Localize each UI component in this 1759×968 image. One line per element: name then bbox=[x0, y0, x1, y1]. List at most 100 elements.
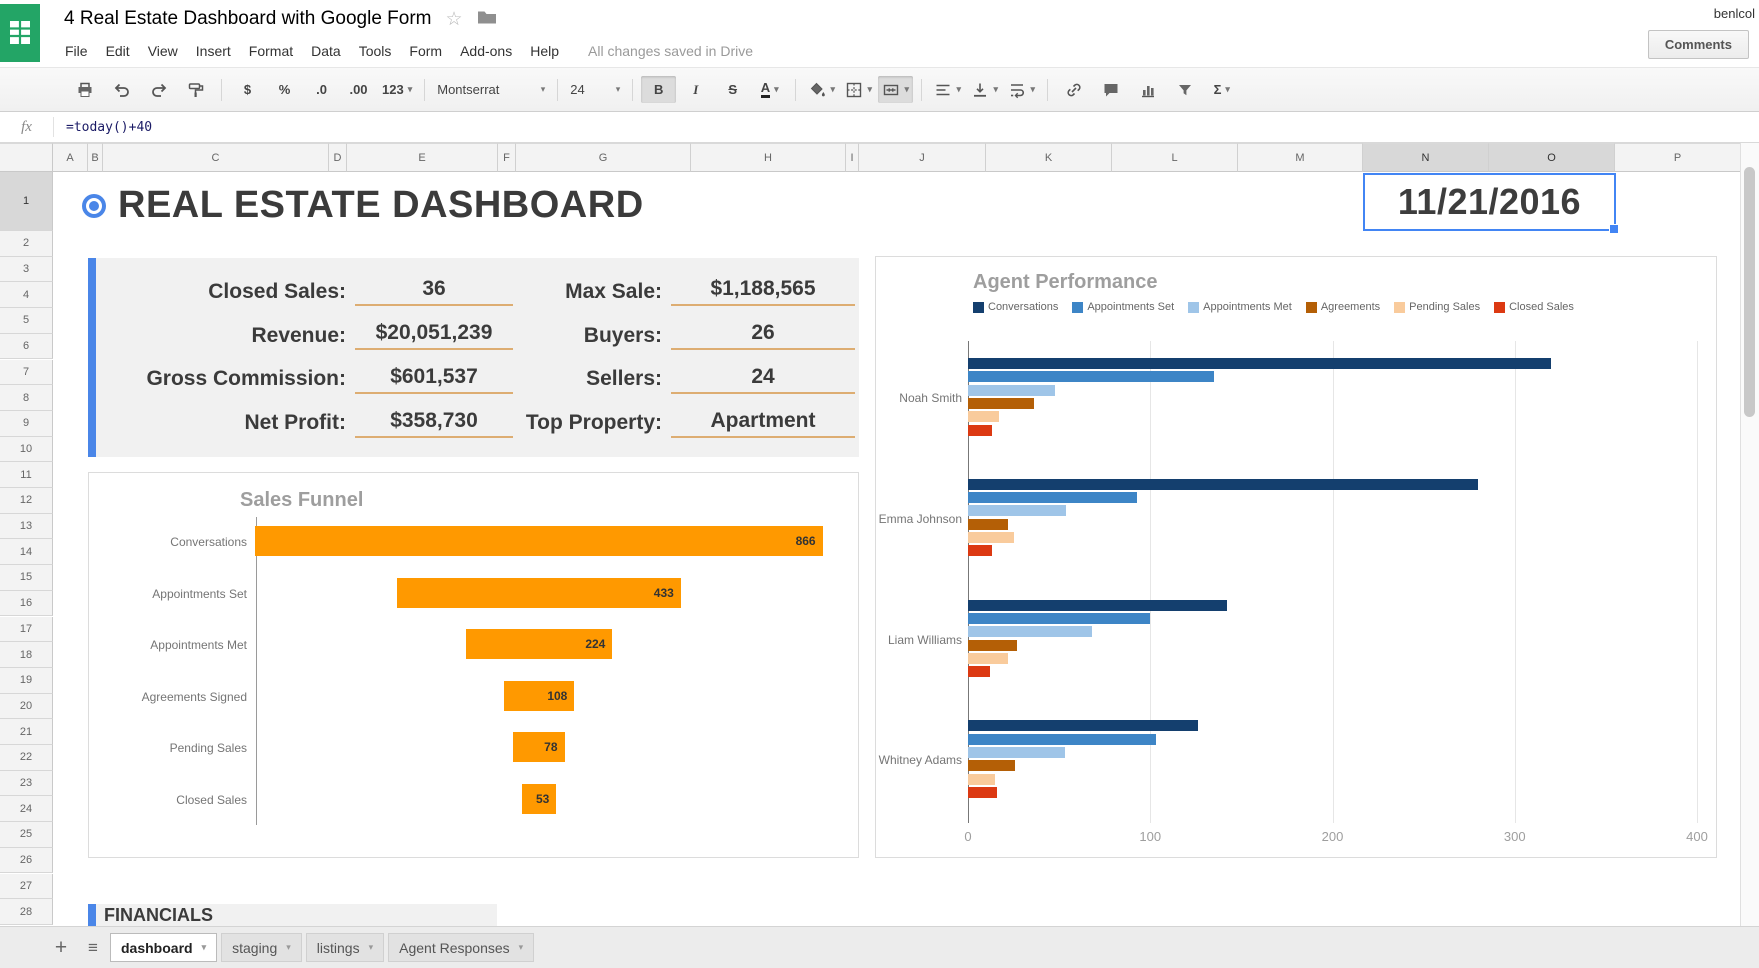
formula-bar[interactable]: fx =today()+40 bbox=[0, 112, 1759, 143]
column-header-I[interactable]: I bbox=[846, 143, 859, 172]
row-header-14[interactable]: 14 bbox=[0, 539, 53, 565]
column-header-M[interactable]: M bbox=[1238, 143, 1363, 172]
column-header-D[interactable]: D bbox=[329, 143, 347, 172]
all-sheets-button[interactable]: ≡ bbox=[76, 938, 110, 958]
insert-chart-button[interactable] bbox=[1130, 76, 1165, 103]
more-formats-button[interactable]: 123▾ bbox=[378, 76, 416, 103]
star-icon[interactable]: ☆ bbox=[446, 10, 463, 29]
currency-format-button[interactable]: $ bbox=[230, 76, 265, 103]
decrease-decimal-button[interactable]: .0 bbox=[304, 76, 339, 103]
sheet-tab-listings[interactable]: listings▾ bbox=[306, 933, 384, 962]
menu-insert[interactable]: Insert bbox=[187, 43, 240, 59]
column-header-F[interactable]: F bbox=[498, 143, 516, 172]
agent-performance-chart[interactable]: Agent Performance ConversationsAppointme… bbox=[875, 256, 1717, 858]
selected-date-cell[interactable]: 11/21/2016 bbox=[1363, 173, 1616, 231]
column-header-A[interactable]: A bbox=[53, 143, 88, 172]
row-header-8[interactable]: 8 bbox=[0, 385, 53, 411]
text-wrap-button[interactable]: ▾ bbox=[1004, 76, 1039, 103]
tab-dropdown-icon[interactable]: ▾ bbox=[202, 942, 207, 953]
sales-funnel-chart[interactable]: Sales Funnel 866Conversations433Appointm… bbox=[88, 472, 859, 858]
column-header-P[interactable]: P bbox=[1615, 143, 1741, 172]
borders-button[interactable]: ▾ bbox=[841, 76, 876, 103]
formula-input[interactable]: =today()+40 bbox=[54, 120, 152, 135]
functions-button[interactable]: Σ▾ bbox=[1204, 76, 1239, 103]
row-header-22[interactable]: 22 bbox=[0, 745, 53, 771]
italic-button[interactable]: I bbox=[678, 76, 713, 103]
undo-button[interactable] bbox=[104, 76, 139, 103]
row-header-26[interactable]: 26 bbox=[0, 848, 53, 874]
menu-format[interactable]: Format bbox=[240, 43, 302, 59]
row-header-13[interactable]: 13 bbox=[0, 514, 53, 540]
column-header-G[interactable]: G bbox=[516, 143, 691, 172]
increase-decimal-button[interactable]: .00 bbox=[341, 76, 376, 103]
row-header-25[interactable]: 25 bbox=[0, 822, 53, 848]
menu-tools[interactable]: Tools bbox=[350, 43, 401, 59]
row-header-19[interactable]: 19 bbox=[0, 668, 53, 694]
row-header-11[interactable]: 11 bbox=[0, 462, 53, 488]
tab-dropdown-icon[interactable]: ▾ bbox=[286, 942, 291, 953]
account-name[interactable]: benlcol bbox=[1714, 6, 1755, 21]
column-header-L[interactable]: L bbox=[1112, 143, 1238, 172]
print-button[interactable] bbox=[67, 76, 102, 103]
row-header-18[interactable]: 18 bbox=[0, 642, 53, 668]
paint-format-button[interactable] bbox=[178, 76, 213, 103]
row-header-5[interactable]: 5 bbox=[0, 308, 53, 334]
sheet-tab-agent-responses[interactable]: Agent Responses▾ bbox=[388, 933, 534, 962]
row-header-20[interactable]: 20 bbox=[0, 694, 53, 720]
font-size-select[interactable]: 24▾ bbox=[566, 76, 624, 103]
fill-handle[interactable] bbox=[1609, 224, 1619, 234]
fill-color-button[interactable]: ▾ bbox=[804, 76, 839, 103]
row-header-6[interactable]: 6 bbox=[0, 334, 53, 360]
vertical-align-button[interactable]: ▾ bbox=[967, 76, 1002, 103]
row-header-4[interactable]: 4 bbox=[0, 282, 53, 308]
column-header-N[interactable]: N bbox=[1363, 143, 1489, 172]
column-header-B[interactable]: B bbox=[88, 143, 103, 172]
row-header-2[interactable]: 2 bbox=[0, 231, 53, 257]
add-sheet-button[interactable]: + bbox=[46, 936, 76, 960]
menu-edit[interactable]: Edit bbox=[97, 43, 139, 59]
folder-icon[interactable] bbox=[477, 9, 497, 29]
scrollbar-thumb[interactable] bbox=[1744, 167, 1755, 417]
column-header-E[interactable]: E bbox=[347, 143, 498, 172]
row-header-17[interactable]: 17 bbox=[0, 617, 53, 643]
vertical-scrollbar[interactable] bbox=[1740, 143, 1759, 926]
menu-help[interactable]: Help bbox=[521, 43, 568, 59]
column-header-H[interactable]: H bbox=[691, 143, 846, 172]
row-header-9[interactable]: 9 bbox=[0, 411, 53, 437]
bold-button[interactable]: B bbox=[641, 76, 676, 103]
text-color-button[interactable]: A▾ bbox=[752, 76, 787, 103]
tab-dropdown-icon[interactable]: ▾ bbox=[369, 942, 374, 953]
column-header-O[interactable]: O bbox=[1489, 143, 1615, 172]
horizontal-align-button[interactable]: ▾ bbox=[930, 76, 965, 103]
sheets-logo[interactable] bbox=[0, 4, 40, 62]
row-header-1[interactable]: 1 bbox=[0, 172, 53, 231]
select-all-corner[interactable] bbox=[0, 143, 53, 172]
row-header-24[interactable]: 24 bbox=[0, 796, 53, 822]
insert-comment-button[interactable] bbox=[1093, 76, 1128, 103]
row-header-10[interactable]: 10 bbox=[0, 437, 53, 463]
row-header-27[interactable]: 27 bbox=[0, 874, 53, 900]
row-header-12[interactable]: 12 bbox=[0, 488, 53, 514]
row-header-23[interactable]: 23 bbox=[0, 771, 53, 797]
percent-format-button[interactable]: % bbox=[267, 76, 302, 103]
menu-form[interactable]: Form bbox=[400, 43, 451, 59]
font-family-select[interactable]: Montserrat▾ bbox=[433, 76, 549, 103]
row-header-16[interactable]: 16 bbox=[0, 591, 53, 617]
column-header-K[interactable]: K bbox=[986, 143, 1112, 172]
row-header-15[interactable]: 15 bbox=[0, 565, 53, 591]
menu-add-ons[interactable]: Add-ons bbox=[451, 43, 521, 59]
row-header-28[interactable]: 28 bbox=[0, 899, 53, 925]
comments-button[interactable]: Comments bbox=[1648, 30, 1749, 59]
row-header-7[interactable]: 7 bbox=[0, 360, 53, 386]
sheet-tab-dashboard[interactable]: dashboard▾ bbox=[110, 933, 217, 962]
row-header-3[interactable]: 3 bbox=[0, 257, 53, 283]
strikethrough-button[interactable]: S bbox=[715, 76, 750, 103]
menu-file[interactable]: File bbox=[56, 43, 97, 59]
column-header-C[interactable]: C bbox=[103, 143, 329, 172]
row-header-21[interactable]: 21 bbox=[0, 719, 53, 745]
filter-button[interactable] bbox=[1167, 76, 1202, 103]
menu-view[interactable]: View bbox=[139, 43, 187, 59]
document-title[interactable]: 4 Real Estate Dashboard with Google Form bbox=[64, 8, 432, 30]
tab-dropdown-icon[interactable]: ▾ bbox=[519, 942, 524, 953]
redo-button[interactable] bbox=[141, 76, 176, 103]
